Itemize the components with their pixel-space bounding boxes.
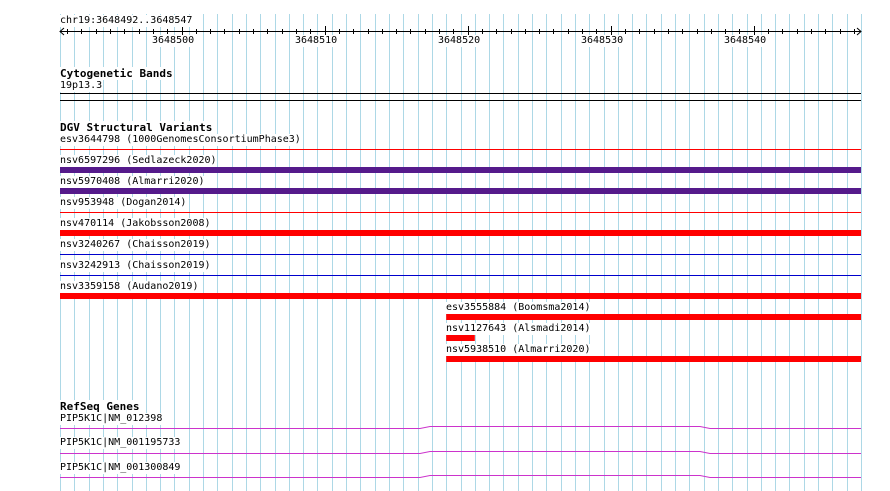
ruler-tick-label: 3648540 [724,35,767,47]
refseq-gene-line [60,451,861,454]
dgv-item-label[interactable]: nsv1127643 (Alsmadi2014) [446,323,591,335]
dgv-item-label[interactable]: nsv3240267 (Chaisson2019) [60,239,211,251]
dgv-item-label[interactable]: esv3555884 (Boomsma2014) [446,302,591,314]
track-title-refseq[interactable]: RefSeq Genes [60,400,140,413]
refseq-item-label[interactable]: PIP5K1C|NM_001195733 [60,437,181,449]
track-title-dgv[interactable]: DGV Structural Variants [60,121,213,134]
position-label: chr19:3648492..3648547 [60,15,193,27]
refseq-gene-line [60,426,861,429]
dgv-feature-bar [60,230,861,236]
refseq-item-label[interactable]: PIP5K1C|NM_001300849 [60,462,181,474]
dgv-item-label[interactable]: nsv953948 (Dogan2014) [60,197,187,209]
cytoband-label: 19p13.3 [60,80,103,92]
dgv-feature-bar [446,356,861,362]
dgv-item-label[interactable]: esv3644798 (1000GenomesConsortiumPhase3) [60,134,301,146]
ruler-tick-label: 3648520 [438,35,481,47]
ruler-tick-label: 3648530 [581,35,624,47]
dgv-item-label[interactable]: nsv5938510 (Almarri2020) [446,344,591,356]
dgv-item-label[interactable]: nsv3242913 (Chaisson2019) [60,260,211,272]
dgv-item-label[interactable]: nsv3359158 (Audano2019) [60,281,199,293]
refseq-gene-line [60,475,861,478]
track-title-cytoband[interactable]: Cytogenetic Bands [60,67,173,80]
dgv-feature-bar [60,293,861,299]
refseq-item-label[interactable]: PIP5K1C|NM_012398 [60,413,163,425]
ruler-tick-label: 3648510 [295,35,338,47]
dgv-item-label[interactable]: nsv6597296 (Sedlazeck2020) [60,155,217,167]
ruler-tick-label: 3648500 [152,35,195,47]
genome-browser-view: chr19:3648492..3648547 3648500 3648510 3… [0,0,890,491]
dgv-feature-bar [60,167,861,173]
dgv-feature-bar [446,335,475,341]
dgv-feature-bar [446,314,861,320]
dgv-item-label[interactable]: nsv470114 (Jakobsson2008) [60,218,211,230]
dgv-feature-bar [60,188,861,194]
dgv-item-label[interactable]: nsv5970408 (Almarri2020) [60,176,205,188]
